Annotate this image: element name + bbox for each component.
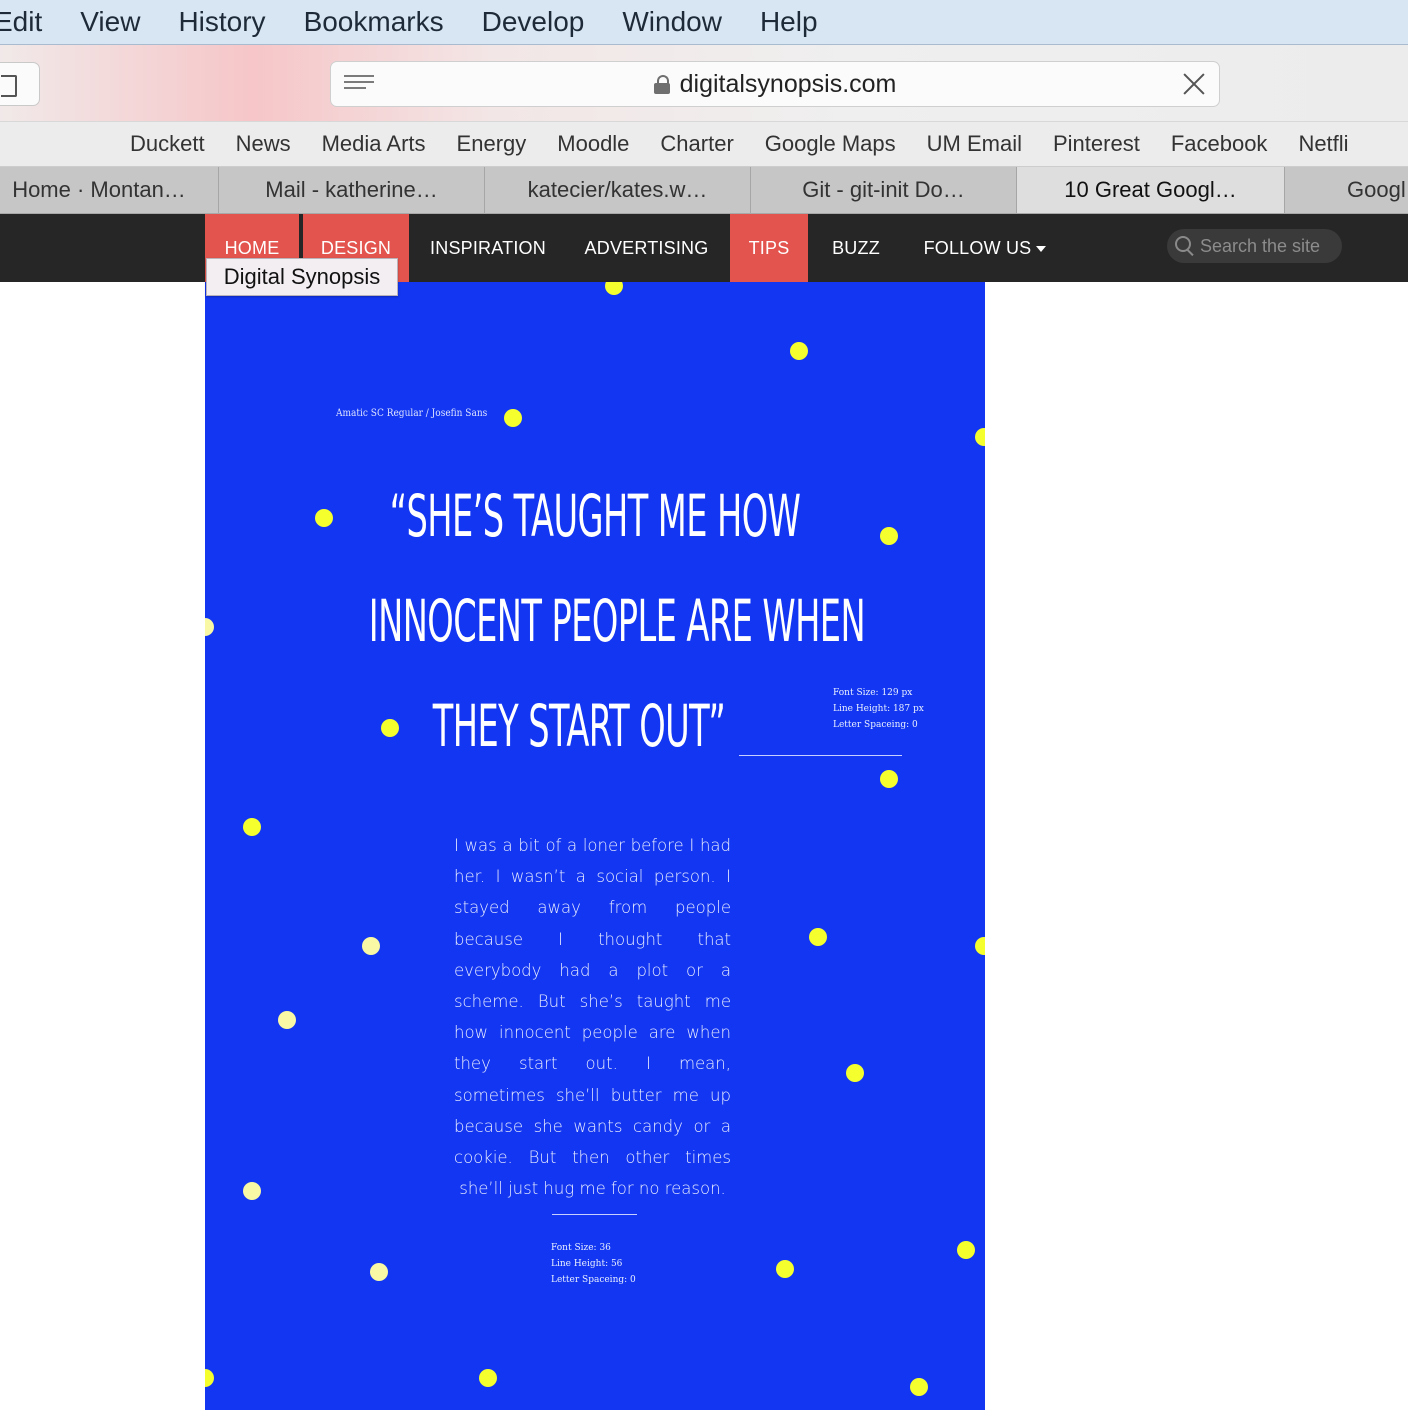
decorative-dot (381, 719, 399, 737)
body-spec-line: Line Height: 56 (551, 1259, 623, 1269)
menu-bookmarks[interactable]: Bookmarks (304, 6, 444, 38)
decorative-dot (975, 937, 985, 955)
sidebar-icon (1, 75, 17, 97)
bookmarks-bar: Duckett News Media Arts Energy Moodle Ch… (0, 122, 1408, 167)
site-search (1167, 229, 1342, 263)
menu-history[interactable]: History (178, 6, 265, 38)
tab-mail[interactable]: Mail - katherine… (219, 167, 485, 213)
decorative-dot (205, 1369, 214, 1387)
menu-help[interactable]: Help (760, 6, 818, 38)
nav-buzz[interactable]: BUZZ (812, 214, 900, 282)
bookmark-charter[interactable]: Charter (660, 131, 733, 157)
tab-katecier[interactable]: katecier/kates.w… (485, 167, 751, 213)
decorative-dot (605, 282, 623, 295)
decorative-dot (880, 527, 898, 545)
decorative-dot (790, 342, 808, 360)
bookmark-energy[interactable]: Energy (457, 131, 527, 157)
decorative-dot (278, 1011, 296, 1029)
url-text: digitalsynopsis.com (679, 69, 897, 98)
decorative-dot (504, 409, 522, 427)
decorative-dot (205, 618, 214, 636)
menu-develop[interactable]: Develop (482, 6, 585, 38)
tab-10-great-google[interactable]: 10 Great Googl… (1017, 167, 1285, 213)
menu-window[interactable]: Window (622, 6, 722, 38)
bookmark-netflix[interactable]: Netfli (1298, 131, 1348, 157)
quote-spec-line: Font Size: 129 px (833, 688, 913, 698)
quote-line-1: “SHE’S TAUGHT ME HOW (389, 482, 801, 550)
decorative-dot (809, 928, 827, 946)
search-icon[interactable] (1175, 236, 1194, 257)
decorative-dot (370, 1263, 388, 1281)
menu-edit[interactable]: Edit (0, 6, 42, 38)
nav-advertising[interactable]: ADVERTISING (568, 214, 725, 282)
tab-git-init[interactable]: Git - git-init Do… (751, 167, 1017, 213)
browser-toolbar: digitalsynopsis.com (0, 45, 1408, 122)
decorative-dot (846, 1064, 864, 1082)
quote-spec: Font Size: 129 px Line Height: 187 px Le… (833, 685, 924, 733)
decorative-dot (880, 770, 898, 788)
bookmark-um-email[interactable]: UM Email (927, 131, 1022, 157)
decorative-dot (910, 1378, 928, 1396)
bookmark-duckett[interactable]: Duckett (130, 131, 205, 157)
quote-line-3: THEY START OUT” (432, 692, 726, 760)
close-icon[interactable] (1181, 71, 1207, 97)
decorative-dot (243, 818, 261, 836)
lock-icon (653, 74, 670, 94)
decorative-dot (975, 428, 985, 446)
decorative-dot (362, 937, 380, 955)
url-display: digitalsynopsis.com (331, 62, 1219, 106)
bookmark-google-maps[interactable]: Google Maps (765, 131, 896, 157)
body-spec-line: Letter Spaceing: 0 (551, 1275, 636, 1285)
quote-line-2: INNOCENT PEOPLE ARE WHEN (368, 587, 866, 655)
nav-tips[interactable]: TIPS (730, 214, 808, 282)
tab-bar: Home · Montan… Mail - katherine… katecie… (0, 167, 1408, 214)
menu-view[interactable]: View (80, 6, 140, 38)
quote-spec-line: Letter Spaceing: 0 (833, 720, 918, 730)
nav-inspiration[interactable]: INSPIRATION (413, 214, 563, 282)
decorative-dot (957, 1241, 975, 1259)
decorative-dot (315, 509, 333, 527)
tab-home-montana[interactable]: Home · Montan… (0, 167, 219, 213)
address-bar[interactable]: digitalsynopsis.com (330, 61, 1220, 107)
nav-follow-us[interactable]: FOLLOW US (905, 214, 1065, 282)
nav-follow-us-label: FOLLOW US (923, 237, 1032, 258)
search-input[interactable] (1198, 234, 1342, 258)
bookmark-news[interactable]: News (236, 131, 291, 157)
decorative-dot (776, 1260, 794, 1278)
bookmark-moodle[interactable]: Moodle (557, 131, 629, 157)
decorative-dot (479, 1369, 497, 1387)
body-paragraph: I was a bit of a loner before I had her.… (454, 836, 731, 1199)
bookmark-pinterest[interactable]: Pinterest (1053, 131, 1140, 157)
quote-spec-line: Line Height: 187 px (833, 704, 924, 714)
body-rule (552, 1214, 637, 1215)
quote-rule (739, 755, 902, 756)
tab-google[interactable]: Googl (1285, 167, 1408, 213)
menu-bar: Edit View History Bookmarks Develop Wind… (0, 0, 1408, 45)
bookmark-media-arts[interactable]: Media Arts (322, 131, 426, 157)
poster-image: Amatic SC Regular / Josefin Sans “SHE’S … (205, 282, 985, 1410)
sidebar-toggle-button[interactable] (0, 62, 40, 106)
bookmark-facebook[interactable]: Facebook (1171, 131, 1268, 157)
caret-down-icon (1036, 246, 1047, 252)
tooltip: Digital Synopsis (206, 258, 398, 296)
body-spec: Font Size: 36 Line Height: 56 Letter Spa… (551, 1240, 636, 1288)
decorative-dot (243, 1182, 261, 1200)
font-credit: Amatic SC Regular / Josefin Sans (336, 408, 488, 419)
body-spec-line: Font Size: 36 (551, 1243, 611, 1253)
